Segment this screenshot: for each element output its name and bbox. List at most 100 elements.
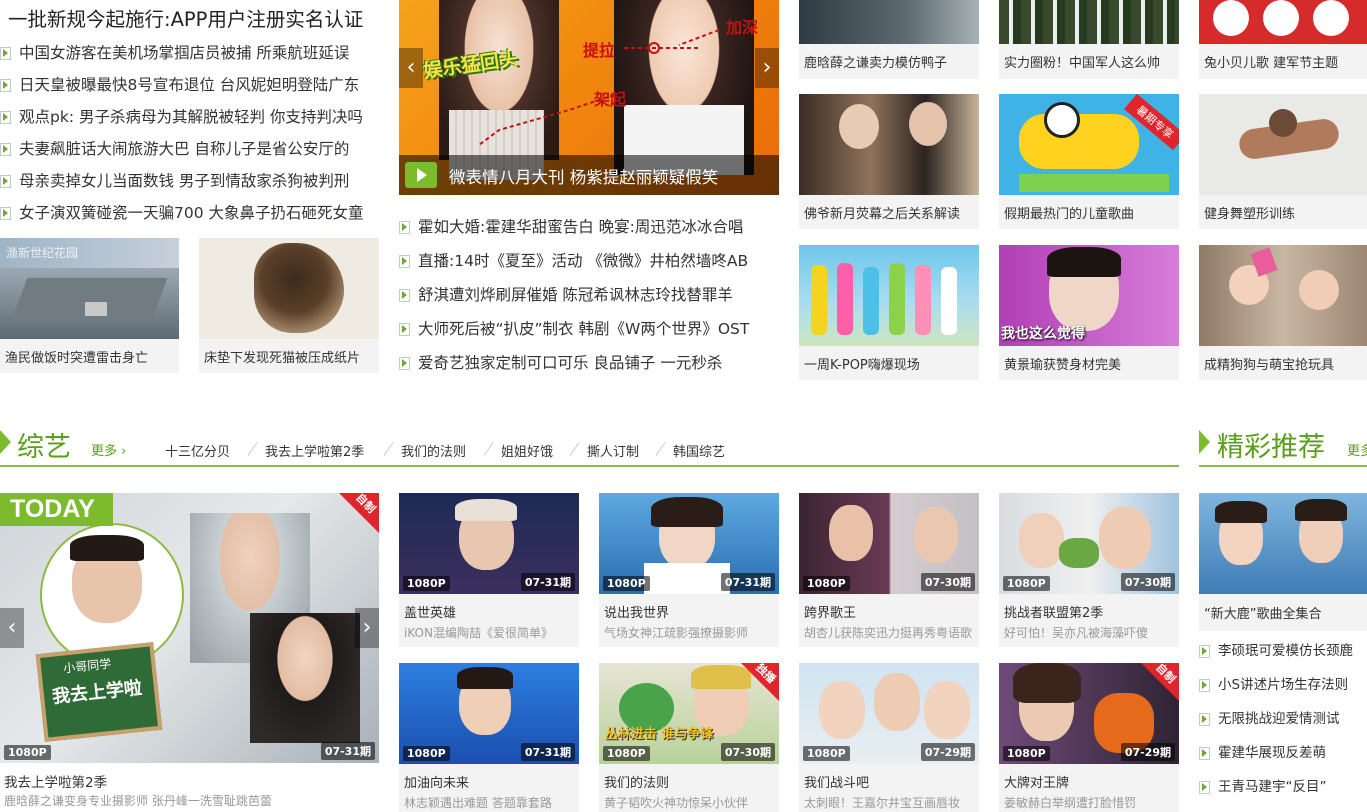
banner-next-button[interactable]: › <box>755 48 779 88</box>
play-icon[interactable] <box>405 162 437 188</box>
feature-video[interactable]: TODAY 自制 小哥同学 我去上学啦 ‹ › 1080P 07-31期 <box>0 493 379 763</box>
thumb-caption: 假期最热门的儿童歌曲 <box>1004 207 1135 222</box>
show-logo-board: 小哥同学 我去上学啦 <box>35 642 163 742</box>
play-bullet-icon <box>399 357 410 370</box>
video-thumb[interactable]: 实力圈粉！中国军人这么帅 <box>999 0 1179 79</box>
hero-banner[interactable]: 娱乐猛回头 加深 提拉 架起 ‹ › 微表情八月大刊 杨紫提赵丽颖疑假笑 <box>399 0 779 195</box>
quality-badge: 1080P <box>1003 576 1050 591</box>
recommend-item[interactable]: 无限挑战迎爱情测试 <box>1199 703 1340 736</box>
variety-tag[interactable]: 韩国综艺 <box>673 441 725 460</box>
banner-prev-button[interactable]: ‹ <box>399 48 423 88</box>
news-item[interactable]: 日天皇被曝最快8号宣布退位 台风妮妲明登陆广东 <box>0 69 380 101</box>
video-thumb[interactable]: 床垫下发现死猫被压成纸片 <box>199 238 379 373</box>
show-desc: 姜敏赫白举纲遭打脸惜罚 <box>1004 796 1137 810</box>
video-thumb[interactable]: 健身舞塑形训练 <box>1199 94 1367 229</box>
thumbnail-image <box>1199 245 1367 346</box>
video-thumb[interactable]: 兔小贝儿歌 建军节主题 <box>1199 0 1367 79</box>
thumbnail-image: 1080P 07-29期 <box>799 663 979 764</box>
show-card[interactable]: 自制 1080P 07-29期 大牌对王牌 姜敏赫白举纲遭打脸惜罚 <box>999 663 1179 812</box>
thumbnail-image: 我也这么觉得 <box>999 245 1179 346</box>
section-title-variety[interactable]: 综艺 <box>17 425 71 464</box>
play-bullet-icon <box>0 47 11 60</box>
show-card[interactable]: 1080P 07-31期 盖世英雄 iKON混编陶喆《爱很简单》 <box>399 493 579 647</box>
episode-date: 07-29期 <box>1120 743 1175 761</box>
news-item[interactable]: 霍如大婚:霍建华甜蜜告白 晚宴:周迅范冰冰合唱 <box>399 210 779 244</box>
feature-title[interactable]: 我去上学啦第2季 <box>4 771 107 791</box>
feature-desc[interactable]: 鹿晗薛之谦变身专业摄影师 张丹峰一洗雪耻跳芭蕾 <box>4 792 272 809</box>
show-card[interactable]: 1080P 07-30期 跨界歌王 胡杏儿获陈奕迅力挺再秀粤语歌 <box>799 493 979 647</box>
news-item[interactable]: 女子演双簧碰瓷一天骗700 大象鼻子扔石砸死女童 <box>0 197 380 229</box>
recommend-item[interactable]: 李硕珉可爱模仿长颈鹿 <box>1199 635 1353 668</box>
quality-badge: 1080P <box>403 746 450 761</box>
variety-tag[interactable]: 姐姐好饿 <box>501 441 553 460</box>
section-arrow-icon <box>1199 430 1210 454</box>
recommend-item[interactable]: 小S讲述片场生存法则 <box>1199 669 1348 702</box>
video-thumb[interactable]: 暑期专享 假期最热门的儿童歌曲 <box>999 94 1179 229</box>
video-thumb[interactable]: 鹿晗薛之谦卖力模仿鸭子 <box>799 0 979 79</box>
thumb-caption: 健身舞塑形训练 <box>1204 207 1296 222</box>
news-item[interactable]: 母亲卖掉女儿当面数钱 男子到情敌家杀狗被判刑 <box>0 165 380 197</box>
recommend-item[interactable]: 王青马建宇“反目” <box>1199 771 1327 804</box>
quality-badge: 1080P <box>403 576 450 591</box>
variety-tag[interactable]: 十三亿分贝 <box>165 441 230 460</box>
variety-tag[interactable]: 撕人订制 <box>587 441 639 460</box>
news-item[interactable]: 观点pk: 男子杀病母为其解脱被轻判 你支持判决吗 <box>0 101 380 133</box>
divider <box>655 442 666 456</box>
video-thumb[interactable]: 我也这么觉得 黄景瑜获赞身材完美 <box>999 245 1179 380</box>
play-bullet-icon <box>0 79 11 92</box>
show-title: 大牌对王牌 <box>1004 776 1070 791</box>
variety-tag[interactable]: 我们的法则 <box>401 441 466 460</box>
feature-next-button[interactable]: › <box>355 608 379 648</box>
quality-badge: 1080P <box>803 746 850 761</box>
variety-tag[interactable]: 我去上学啦第2季 <box>265 441 364 460</box>
episode-date: 07-31期 <box>320 742 375 760</box>
recommend-more-link[interactable]: 更多 <box>1347 440 1367 459</box>
show-card[interactable]: 1080P 07-30期 挑战者联盟第2季 好可怕！吴亦凡被海藻吓傻 <box>999 493 1179 647</box>
show-desc: iKON混编陶喆《爱很简单》 <box>404 626 553 640</box>
divider <box>569 442 580 456</box>
thumbnail-image <box>799 0 979 44</box>
recommend-item[interactable]: 霍建华展现反差萌 <box>1199 737 1326 770</box>
show-desc: 气场女神江疏影强撩摄影师 <box>604 626 749 640</box>
news-item[interactable]: 夫妻飙脏话大闹旅游大巴 自称儿子是省公安厅的 <box>0 133 380 165</box>
thumbnail-image <box>1199 94 1367 195</box>
video-thumb[interactable]: 一周K-POP嗨爆现场 <box>799 245 979 380</box>
news-item[interactable]: 爱奇艺独家定制可口可乐 良品铺子 一元秒杀 <box>399 346 779 380</box>
variety-more-link[interactable]: 更多 › <box>91 440 126 459</box>
thumb-caption: 鹿晗薛之谦卖力模仿鸭子 <box>804 56 948 71</box>
news-item[interactable]: 直播:14时《夏至》活动 《微微》井柏然墙咚AB <box>399 244 779 278</box>
news-item[interactable]: 大师死后被“扒皮”制衣 韩剧《W两个世界》OST <box>399 312 779 346</box>
video-thumb[interactable]: 成精狗狗与萌宝抢玩具 <box>1199 245 1367 380</box>
video-thumb[interactable]: 佛爷新月荧幕之后关系解读 <box>799 94 979 229</box>
show-card[interactable]: 1080P 07-31期 说出我世界 气场女神江疏影强撩摄影师 <box>599 493 779 647</box>
video-thumb[interactable]: 渔新世纪花园 渔民做饭时突遭雷击身亡 <box>0 238 179 373</box>
play-bullet-icon <box>0 207 11 220</box>
section-title-recommend[interactable]: 精彩推荐 <box>1217 425 1325 464</box>
news-item[interactable]: 中国女游客在美机场掌掴店员被捕 所乘航班延误 <box>0 37 380 69</box>
divider <box>483 442 494 456</box>
thumb-caption: 床垫下发现死猫被压成纸片 <box>204 351 361 366</box>
play-bullet-icon <box>1199 746 1210 760</box>
thumbnail-image <box>1199 0 1367 44</box>
show-logo: 我去上学啦 <box>51 677 143 708</box>
thumbnail-image: 1080P 07-31期 <box>599 493 779 594</box>
show-title: 跨界歌王 <box>804 606 857 621</box>
play-bullet-icon <box>399 255 410 268</box>
play-bullet-icon <box>1199 678 1210 692</box>
show-desc: 好可怕！吴亦凡被海藻吓傻 <box>1004 626 1149 640</box>
headline[interactable]: 一批新规今起施行:APP用户注册实名认证 <box>8 3 363 32</box>
divider <box>383 442 394 456</box>
show-card[interactable]: 1080P 07-29期 我们战斗吧 太刺眼！王嘉尔井宝互画唇妆 <box>799 663 979 812</box>
quality-badge: 1080P <box>4 745 51 760</box>
divider <box>247 442 258 456</box>
image-overlay-text: 丛林进击 谁与争锋 <box>605 727 714 742</box>
show-card[interactable]: 1080P 07-31期 加油向未来 林志颖遇出难题 答题靠套路 <box>399 663 579 812</box>
show-card[interactable]: 丛林进击 谁与争锋 独播 1080P 07-30期 我们的法则 黄子韬吹火神功惊… <box>599 663 779 812</box>
show-title: 加油向未来 <box>404 776 470 791</box>
news-item[interactable]: 舒淇遭刘烨刷屏催婚 陈冠希讽林志玲找替罪羊 <box>399 278 779 312</box>
recommend-card[interactable]: “新大鹿”歌曲全集合 <box>1199 493 1367 631</box>
show-logo-small: 小哥同学 <box>62 656 112 676</box>
episode-date: 07-31期 <box>720 573 775 591</box>
thumbnail-image: 渔新世纪花园 <box>0 238 179 339</box>
feature-prev-button[interactable]: ‹ <box>0 608 24 648</box>
